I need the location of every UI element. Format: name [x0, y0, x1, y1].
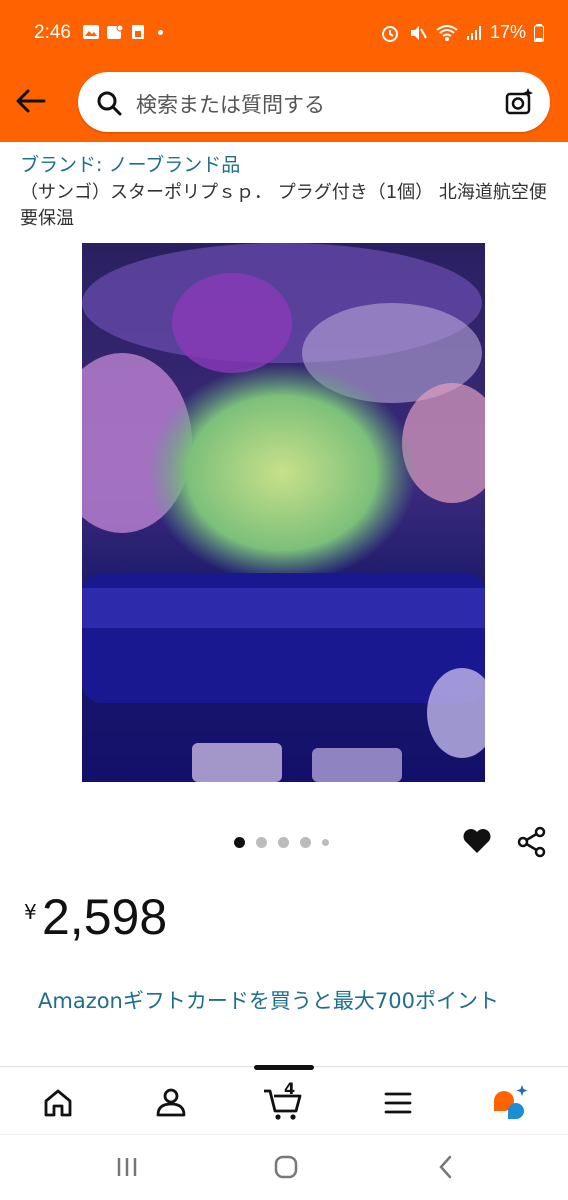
search-input[interactable]: 検索または質問する — [136, 89, 325, 119]
cart-icon — [264, 1089, 302, 1120]
carousel-dot[interactable] — [300, 837, 311, 848]
wifi-icon — [436, 24, 458, 41]
signal-icon — [466, 25, 481, 40]
home-system-icon[interactable] — [272, 1153, 300, 1181]
nav-cart[interactable]: 4 — [262, 1079, 302, 1123]
app-notification-icon — [107, 24, 124, 39]
product-title: （サンゴ）スターポリプｓｐ． プラグ付き（1個） 北海道航空便要保温 — [20, 182, 547, 229]
search-bar[interactable]: 検索または質問する — [78, 72, 550, 132]
price-currency: ¥ — [24, 900, 37, 924]
gift-card-promo-link[interactable]: Amazonギフトカードを買うと最大700ポイント — [38, 986, 538, 1016]
battery-percent: 17% — [489, 22, 526, 42]
wishlist-button[interactable] — [462, 826, 492, 860]
back-button[interactable] — [14, 84, 48, 118]
back-system-icon[interactable] — [434, 1153, 458, 1181]
product-image[interactable] — [82, 243, 485, 782]
alarm-icon — [381, 25, 398, 42]
home-icon — [44, 1089, 72, 1117]
bottom-nav: 4 — [0, 1065, 568, 1135]
status-bar: 2:46 17% — [0, 0, 568, 64]
back-arrow-icon — [16, 89, 46, 113]
mute-icon — [410, 25, 427, 40]
heart-icon — [463, 829, 491, 853]
active-tab-indicator — [254, 1065, 314, 1070]
status-right: 17% — [380, 22, 544, 43]
status-time: 2:46 — [34, 22, 71, 43]
carousel-dot[interactable] — [322, 839, 329, 846]
menu-icon — [384, 1092, 412, 1114]
account-icon — [156, 1088, 186, 1117]
camera-search-icon — [505, 88, 533, 115]
nav-account[interactable] — [151, 1083, 191, 1123]
carousel-dot[interactable] — [234, 837, 245, 848]
rufus-assistant-icon — [494, 1085, 528, 1119]
notification-icons — [82, 24, 163, 40]
recent-apps-icon[interactable] — [114, 1155, 140, 1179]
nav-menu[interactable] — [378, 1083, 418, 1123]
brand-link[interactable]: ブランド: ノーブランド品 — [20, 150, 240, 177]
carousel-dot[interactable] — [278, 837, 289, 848]
share-icon — [517, 826, 546, 858]
carousel-indicator — [234, 837, 329, 848]
share-button[interactable] — [516, 826, 548, 862]
battery-icon — [534, 23, 544, 42]
search-icon — [97, 91, 122, 116]
image-notification-icon — [83, 25, 99, 39]
nav-home[interactable] — [38, 1083, 78, 1123]
cart-count: 4 — [284, 1079, 296, 1098]
price-value: 2,598 — [42, 889, 168, 945]
nav-rufus[interactable] — [490, 1083, 530, 1123]
more-notifications-dot — [158, 29, 163, 35]
app-header: 2:46 17% 検索または質問する — [0, 0, 568, 142]
carousel-dot[interactable] — [256, 837, 267, 848]
sim-notification-icon — [132, 25, 144, 39]
system-nav-bar — [0, 1134, 568, 1200]
